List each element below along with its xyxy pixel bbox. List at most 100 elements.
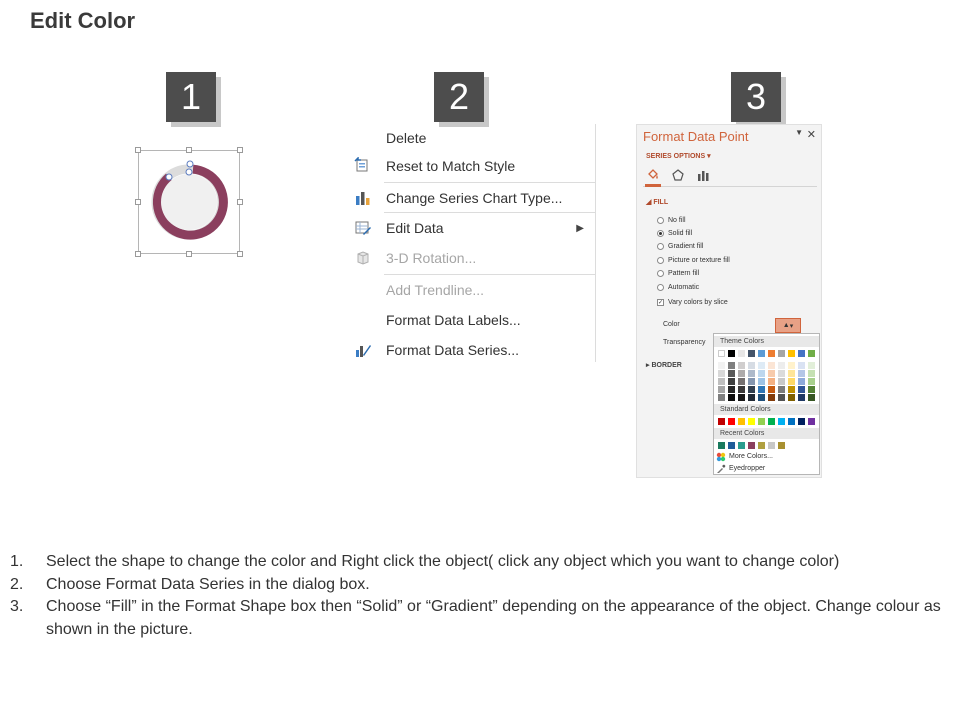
color-swatch[interactable] xyxy=(778,370,785,377)
color-swatch[interactable] xyxy=(718,350,725,357)
menu-item-change-chart-type[interactable]: Change Series Chart Type... xyxy=(350,184,596,212)
color-swatch[interactable] xyxy=(738,418,745,425)
color-swatch[interactable] xyxy=(728,370,735,377)
radio-pattern-fill[interactable]: Pattern fill xyxy=(657,268,699,278)
color-swatch[interactable] xyxy=(738,350,745,357)
color-swatch[interactable] xyxy=(798,362,805,369)
menu-item-delete[interactable]: Delete xyxy=(350,124,596,152)
color-swatch[interactable] xyxy=(768,386,775,393)
color-swatch[interactable] xyxy=(798,418,805,425)
color-swatch[interactable] xyxy=(748,378,755,385)
color-swatch[interactable] xyxy=(758,362,765,369)
color-swatch[interactable] xyxy=(798,394,805,401)
selected-chart[interactable] xyxy=(135,147,243,257)
color-swatch[interactable] xyxy=(788,418,795,425)
color-swatch[interactable] xyxy=(758,394,765,401)
color-swatch[interactable] xyxy=(718,394,725,401)
color-swatch[interactable] xyxy=(738,394,745,401)
color-swatch[interactable] xyxy=(778,418,785,425)
radio-picture-fill[interactable]: Picture or texture fill xyxy=(657,255,730,265)
color-swatch[interactable] xyxy=(728,362,735,369)
color-swatch[interactable] xyxy=(728,418,735,425)
effects-tab-icon[interactable] xyxy=(671,168,685,182)
menu-item-add-trendline[interactable]: Add Trendline... xyxy=(350,276,596,304)
color-swatch[interactable] xyxy=(758,378,765,385)
color-swatch[interactable] xyxy=(738,386,745,393)
radio-gradient-fill[interactable]: Gradient fill xyxy=(657,241,703,251)
color-swatch[interactable] xyxy=(768,378,775,385)
color-swatch[interactable] xyxy=(748,418,755,425)
recent-color-swatch[interactable] xyxy=(718,442,725,449)
menu-item-format-data-series[interactable]: Format Data Series... xyxy=(350,336,596,364)
fill-line-tab-icon[interactable] xyxy=(646,168,660,182)
color-swatch[interactable] xyxy=(808,394,815,401)
menu-item-reset-style[interactable]: Reset to Match Style xyxy=(350,152,596,180)
color-swatch[interactable] xyxy=(728,350,735,357)
recent-color-swatch[interactable] xyxy=(748,442,755,449)
color-swatch[interactable] xyxy=(778,386,785,393)
doughnut-chart[interactable] xyxy=(138,150,240,254)
color-swatch[interactable] xyxy=(748,394,755,401)
recent-color-swatch[interactable] xyxy=(768,442,775,449)
color-swatch[interactable] xyxy=(778,394,785,401)
color-swatch[interactable] xyxy=(758,418,765,425)
recent-color-swatch[interactable] xyxy=(738,442,745,449)
color-swatch[interactable] xyxy=(748,362,755,369)
color-swatch[interactable] xyxy=(728,394,735,401)
vary-colors-checkbox[interactable]: ✓ Vary colors by slice xyxy=(657,297,728,307)
color-swatch[interactable] xyxy=(808,386,815,393)
recent-color-swatch[interactable] xyxy=(728,442,735,449)
series-options-dropdown[interactable]: SERIES OPTIONS ▾ xyxy=(646,152,711,160)
color-swatch[interactable] xyxy=(788,386,795,393)
radio-solid-fill[interactable]: Solid fill xyxy=(657,228,692,238)
border-section-header[interactable]: ▸ BORDER xyxy=(646,361,682,369)
color-swatch[interactable] xyxy=(798,386,805,393)
color-swatch[interactable] xyxy=(748,370,755,377)
color-swatch[interactable] xyxy=(758,386,765,393)
color-swatch[interactable] xyxy=(808,378,815,385)
color-swatch[interactable] xyxy=(718,370,725,377)
color-swatch[interactable] xyxy=(778,378,785,385)
color-swatch[interactable] xyxy=(788,370,795,377)
color-swatch[interactable] xyxy=(768,394,775,401)
menu-item-format-data-labels[interactable]: Format Data Labels... xyxy=(350,306,596,334)
color-swatch[interactable] xyxy=(798,378,805,385)
color-swatch[interactable] xyxy=(718,386,725,393)
color-swatch[interactable] xyxy=(738,378,745,385)
color-swatch[interactable] xyxy=(778,350,785,357)
close-icon[interactable]: ✕ xyxy=(807,128,816,141)
color-picker-button[interactable]: ▲ ▾ xyxy=(775,318,801,333)
color-swatch[interactable] xyxy=(768,362,775,369)
more-colors-item[interactable]: More Colors... xyxy=(716,451,773,462)
color-swatch[interactable] xyxy=(748,350,755,357)
color-swatch[interactable] xyxy=(758,350,765,357)
color-swatch[interactable] xyxy=(718,418,725,425)
color-swatch[interactable] xyxy=(788,362,795,369)
color-swatch[interactable] xyxy=(798,350,805,357)
color-swatch[interactable] xyxy=(808,418,815,425)
radio-no-fill[interactable]: No fill xyxy=(657,215,686,225)
pane-options-icon[interactable]: ▼ xyxy=(795,128,803,137)
color-swatch[interactable] xyxy=(788,378,795,385)
color-swatch[interactable] xyxy=(748,386,755,393)
color-swatch[interactable] xyxy=(718,362,725,369)
recent-color-swatch[interactable] xyxy=(758,442,765,449)
fill-section-header[interactable]: ◢ FILL xyxy=(646,198,668,206)
menu-item-edit-data[interactable]: Edit Data ▶ xyxy=(350,214,596,242)
color-swatch[interactable] xyxy=(718,378,725,385)
color-swatch[interactable] xyxy=(808,370,815,377)
color-swatch[interactable] xyxy=(758,370,765,377)
color-swatch[interactable] xyxy=(808,362,815,369)
color-swatch[interactable] xyxy=(788,394,795,401)
recent-color-swatch[interactable] xyxy=(778,442,785,449)
color-swatch[interactable] xyxy=(768,350,775,357)
menu-item-3d-rotation[interactable]: 3-D Rotation... xyxy=(350,244,596,272)
color-swatch[interactable] xyxy=(778,362,785,369)
color-swatch[interactable] xyxy=(788,350,795,357)
color-swatch[interactable] xyxy=(738,362,745,369)
color-swatch[interactable] xyxy=(808,350,815,357)
eyedropper-item[interactable]: Eyedropper xyxy=(716,463,765,474)
color-swatch[interactable] xyxy=(728,378,735,385)
color-swatch[interactable] xyxy=(798,370,805,377)
color-swatch[interactable] xyxy=(728,386,735,393)
